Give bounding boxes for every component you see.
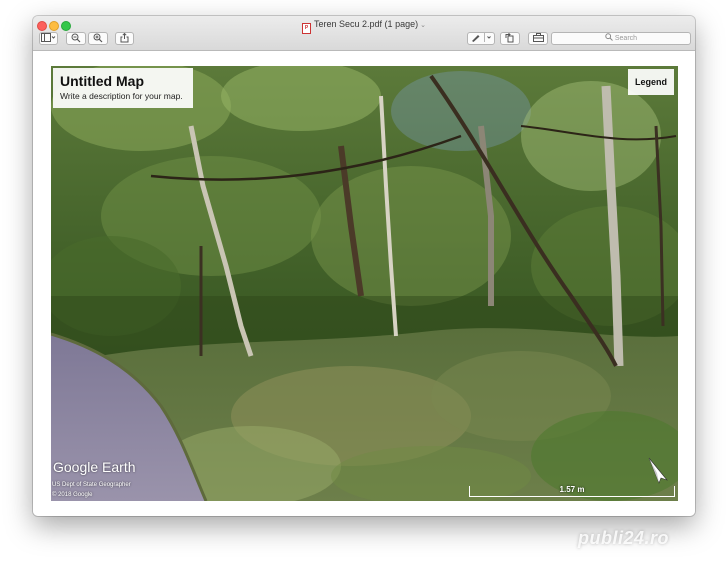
share-icon xyxy=(120,32,129,43)
scale-label: 1.57 m xyxy=(559,485,585,494)
attribution-geographer: US Dept of State Geographer xyxy=(52,482,131,488)
north-arrow-icon[interactable] xyxy=(647,456,671,484)
map-description[interactable]: Write a description for your map. xyxy=(60,90,186,102)
zoom-out-icon xyxy=(71,33,81,43)
rotate-button[interactable] xyxy=(500,32,520,45)
forest-street-view-photo xyxy=(51,66,678,501)
zoom-in-button[interactable] xyxy=(88,32,108,45)
attribution-copyright: © 2018 Google xyxy=(52,492,93,498)
sidebar-toggle-button[interactable] xyxy=(39,32,58,45)
scale-bar: 1.57 m xyxy=(469,485,675,497)
document-area[interactable]: Untitled Map Write a description for you… xyxy=(33,51,695,516)
search-field[interactable]: Search xyxy=(551,32,691,45)
google-earth-logo: Google Earth xyxy=(53,459,136,475)
markup-button[interactable] xyxy=(467,32,495,45)
share-button[interactable] xyxy=(115,32,134,45)
title-bar: P Teren Secu 2.pdf (1 page) ⌄ Search xyxy=(33,16,695,51)
pen-icon xyxy=(472,33,491,42)
zoom-in-icon xyxy=(93,33,103,43)
legend-button[interactable]: Legend xyxy=(628,69,674,95)
map-info-panel: Untitled Map Write a description for you… xyxy=(53,68,193,108)
zoom-out-button[interactable] xyxy=(66,32,86,45)
chevron-down-icon: ⌄ xyxy=(420,22,426,29)
window-title-text: Teren Secu 2.pdf (1 page) xyxy=(314,19,419,29)
pdf-file-icon: P xyxy=(302,23,312,34)
preview-window: P Teren Secu 2.pdf (1 page) ⌄ Search Unt… xyxy=(33,16,695,516)
rotate-icon xyxy=(505,32,514,43)
map-title[interactable]: Untitled Map xyxy=(60,72,186,90)
toolbox-button[interactable] xyxy=(528,32,548,45)
sidebar-icon xyxy=(41,33,56,42)
map-view[interactable]: Untitled Map Write a description for you… xyxy=(51,66,678,501)
search-icon xyxy=(605,33,613,41)
watermark-text: publi24.ro xyxy=(578,528,670,548)
search-placeholder: Search xyxy=(614,35,638,42)
toolbox-icon xyxy=(532,33,544,42)
